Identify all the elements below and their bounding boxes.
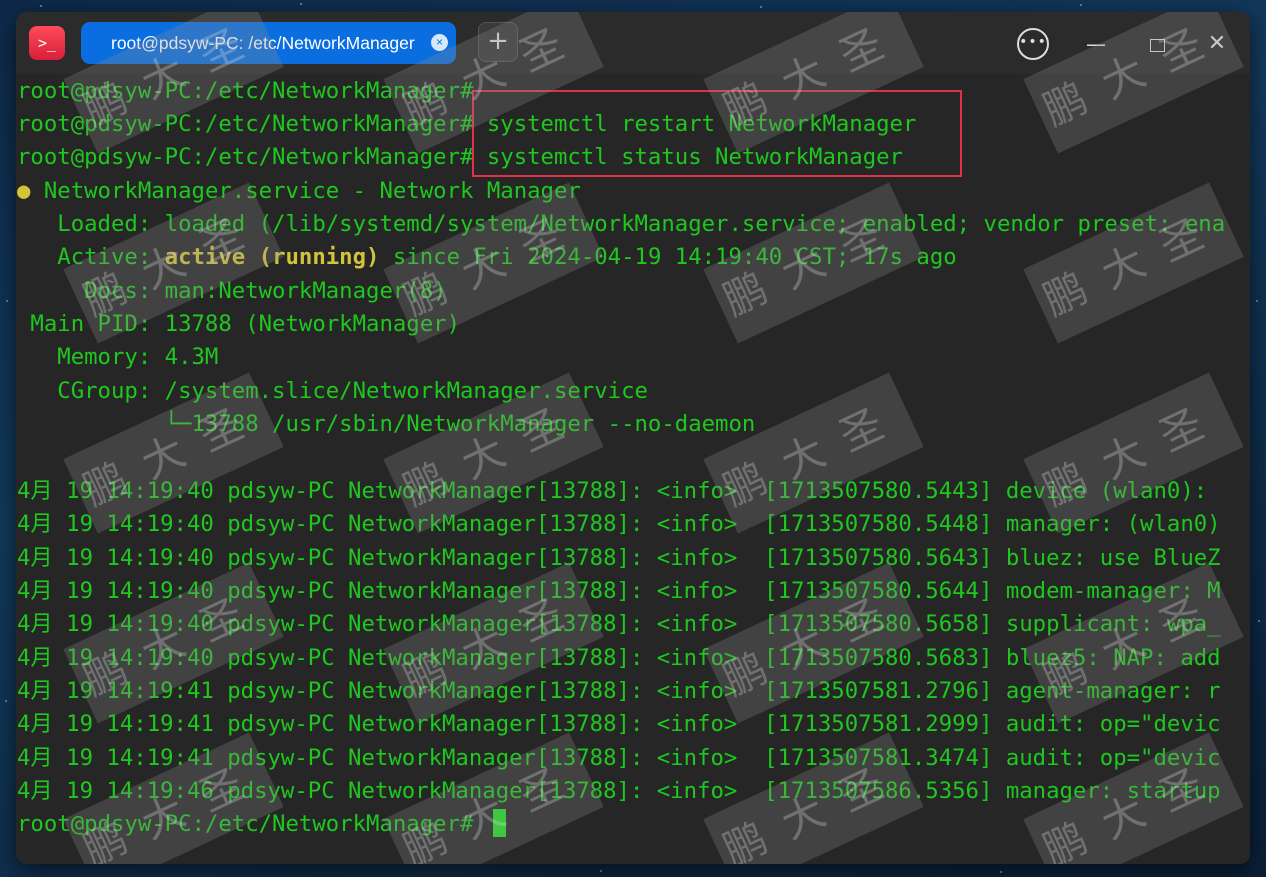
minimize-icon[interactable]: — [1079,27,1113,61]
tab-terminal-session[interactable]: root@pdsyw-PC: /etc/NetworkManager × [81,22,456,64]
cgroup-child-line: └─13788 /usr/sbin/NetworkManager --no-da… [17,411,756,437]
active-state: active (running) [164,244,380,270]
log-line: 4月 19 14:19:40 pdsyw-PC NetworkManager[1… [17,611,1221,637]
text-cursor [493,809,506,837]
loaded-line: Loaded: loaded (/lib/systemd/system/Netw… [17,211,1226,237]
prompt-line: root@pdsyw-PC:/etc/NetworkManager# [17,811,487,837]
log-line: 4月 19 14:19:46 pdsyw-PC NetworkManager[1… [17,778,1221,804]
maximize-icon[interactable] [1140,27,1174,61]
log-line: 4月 19 14:19:41 pdsyw-PC NetworkManager[1… [17,678,1221,704]
plus-icon[interactable]: + [478,22,518,62]
terminal-line: root@pdsyw-PC:/etc/NetworkManager# [17,78,474,104]
memory-line: Memory: 4.3M [17,344,219,370]
log-line: 4月 19 14:19:41 pdsyw-PC NetworkManager[1… [17,745,1221,771]
status-dot-icon: ● [17,178,31,204]
log-line: 4月 19 14:19:40 pdsyw-PC NetworkManager[1… [17,578,1221,604]
terminal-output[interactable]: root@pdsyw-PC:/etc/NetworkManager# root@… [16,74,1250,864]
terminal-icon[interactable]: >_ [29,26,65,60]
annotation-highlight-box [472,90,962,177]
more-icon[interactable]: ••• [1017,28,1049,60]
log-line: 4月 19 14:19:40 pdsyw-PC NetworkManager[1… [17,478,1208,504]
terminal-window: >_ root@pdsyw-PC: /etc/NetworkManager × … [16,12,1250,864]
cgroup-line: CGroup: /system.slice/NetworkManager.ser… [17,378,648,404]
title-bar: >_ root@pdsyw-PC: /etc/NetworkManager × … [16,12,1250,74]
main-pid-line: Main PID: 13788 (NetworkManager) [17,311,460,337]
docs-line: Docs: man:NetworkManager(8) [17,278,447,304]
log-line: 4月 19 14:19:40 pdsyw-PC NetworkManager[1… [17,645,1221,671]
service-status-line: ● NetworkManager.service - Network Manag… [17,178,581,204]
close-icon[interactable]: × [431,34,448,51]
log-line: 4月 19 14:19:40 pdsyw-PC NetworkManager[1… [17,545,1221,571]
active-line: Active: active (running) since Fri 2024-… [17,244,957,270]
log-line: 4月 19 14:19:40 pdsyw-PC NetworkManager[1… [17,511,1221,537]
tab-title: root@pdsyw-PC: /etc/NetworkManager [111,33,415,53]
close-window-icon[interactable]: ✕ [1200,27,1234,61]
log-line: 4月 19 14:19:41 pdsyw-PC NetworkManager[1… [17,711,1221,737]
